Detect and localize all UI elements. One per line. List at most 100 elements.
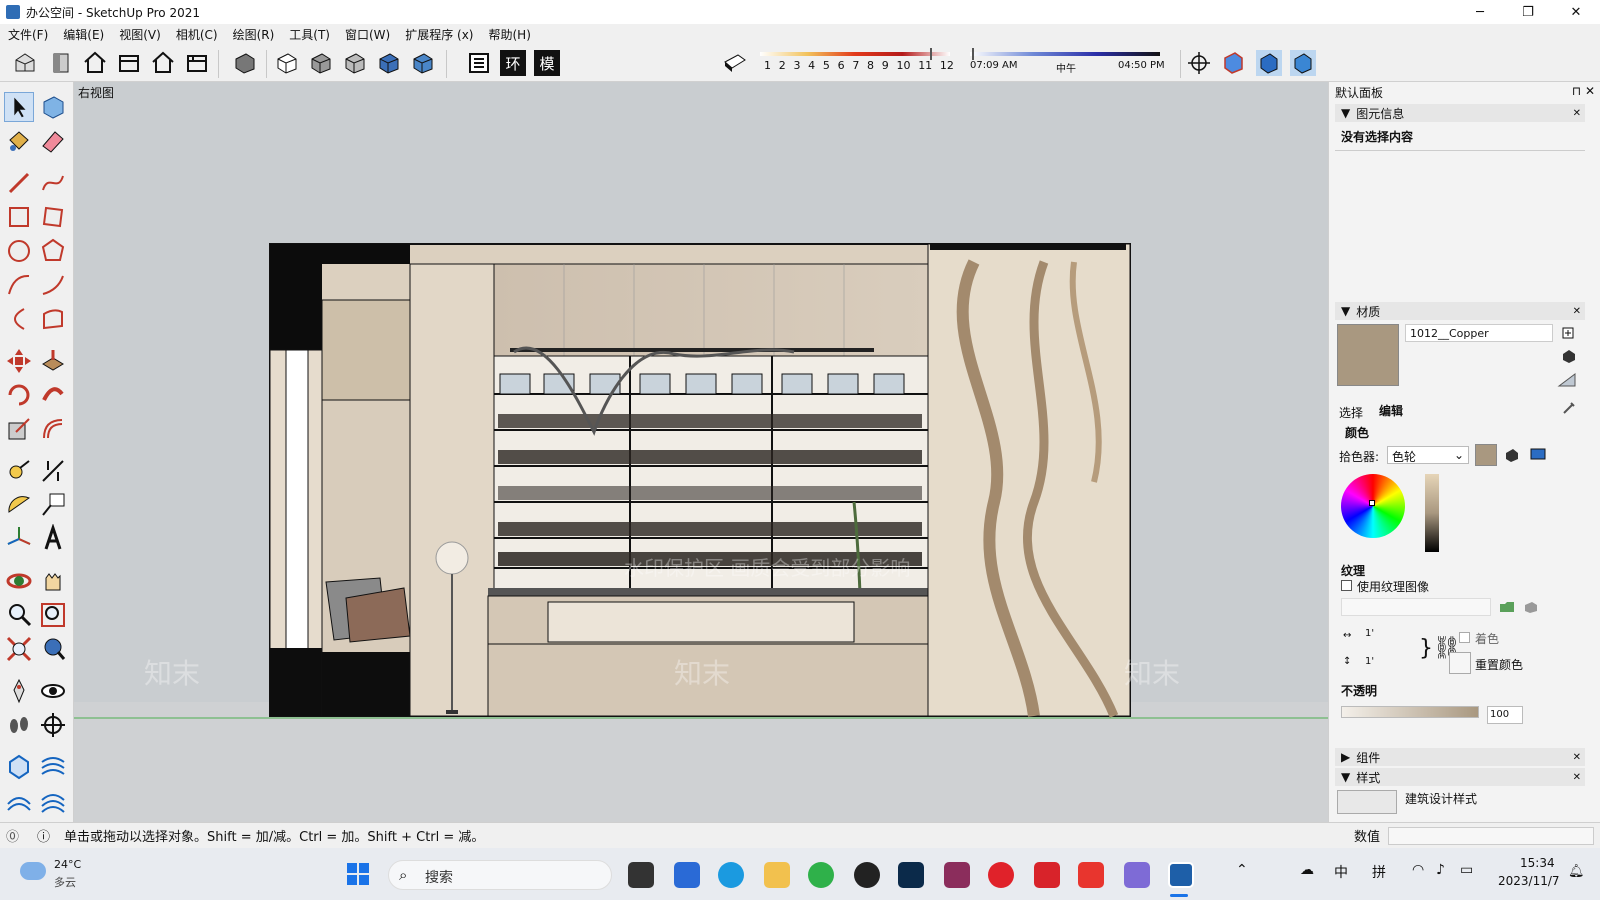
color-wheel-cursor[interactable]: [1369, 500, 1375, 506]
tab-select[interactable]: 选择: [1339, 404, 1363, 421]
close-icon[interactable]: ✕: [1573, 108, 1581, 119]
shaded-texture-style-icon[interactable]: [376, 50, 402, 76]
measurements-input[interactable]: [1388, 827, 1594, 845]
reset-color-swatch[interactable]: [1449, 652, 1471, 674]
section-plane-tool-icon[interactable]: [38, 710, 68, 740]
rectangle-icon[interactable]: [4, 202, 34, 232]
tab-edit[interactable]: 编辑: [1379, 402, 1403, 419]
wireframe-style-icon[interactable]: [274, 50, 300, 76]
walk-icon[interactable]: [4, 710, 34, 740]
store-icon[interactable]: [674, 862, 700, 888]
hidden-line-style-icon[interactable]: [308, 50, 334, 76]
menu-edit[interactable]: 编辑(E): [63, 26, 104, 43]
previous-view-icon[interactable]: [38, 634, 68, 664]
browse-texture-icon[interactable]: [1499, 600, 1515, 614]
three-point-arc-icon[interactable]: [4, 304, 34, 334]
freehand-icon[interactable]: [38, 168, 68, 198]
left-view-icon[interactable]: [184, 50, 210, 76]
sandbox-scratch-icon[interactable]: [38, 752, 68, 782]
wifi-icon[interactable]: ◠: [1412, 862, 1424, 878]
create-material-icon[interactable]: [1561, 326, 1575, 340]
rotated-rectangle-icon[interactable]: [38, 202, 68, 232]
stamp-icon[interactable]: [38, 786, 68, 816]
offset-icon[interactable]: [38, 414, 68, 444]
crosshair-icon[interactable]: [1186, 50, 1212, 76]
color-preview[interactable]: [1475, 444, 1497, 466]
polygon-icon[interactable]: [38, 236, 68, 266]
menu-draw[interactable]: 绘图(R): [233, 26, 275, 43]
clock-date[interactable]: 2023/11/7: [1498, 874, 1560, 888]
autocad-icon[interactable]: [1034, 862, 1060, 888]
look-around-icon[interactable]: [38, 676, 68, 706]
time-slider[interactable]: [970, 52, 1160, 56]
text-icon[interactable]: [38, 490, 68, 520]
weather-temp[interactable]: 24°C: [54, 858, 81, 871]
time-slider-thumb[interactable]: [972, 48, 974, 60]
opacity-slider[interactable]: [1341, 706, 1479, 718]
top-view-icon[interactable]: [48, 50, 74, 76]
pie-icon[interactable]: [38, 304, 68, 334]
color-wheel[interactable]: [1341, 474, 1405, 538]
reset-color-label[interactable]: 重置颜色: [1475, 656, 1523, 673]
smoove-icon[interactable]: [4, 786, 34, 816]
back-view-icon[interactable]: [150, 50, 176, 76]
move-icon[interactable]: [4, 346, 34, 376]
position-camera-icon[interactable]: [4, 676, 34, 706]
rotate-icon[interactable]: [4, 380, 34, 410]
eraser-icon[interactable]: [38, 126, 68, 156]
menu-window[interactable]: 窗口(W): [345, 26, 390, 43]
brightness-slider[interactable]: [1425, 474, 1439, 552]
file-explorer-icon[interactable]: [764, 862, 790, 888]
menu-help[interactable]: 帮助(H): [488, 26, 530, 43]
tray-pin-close-icons[interactable]: ⊓ ✕: [1572, 84, 1595, 101]
volume-icon[interactable]: ♪: [1436, 862, 1445, 878]
menu-tools[interactable]: 工具(T): [289, 26, 330, 43]
dimension-icon[interactable]: [38, 456, 68, 486]
shadow-toggle-icon[interactable]: [722, 50, 748, 76]
select-icon[interactable]: [4, 92, 34, 122]
model-button[interactable]: 模: [534, 50, 560, 76]
circle-icon[interactable]: [4, 236, 34, 266]
eyedropper-icon[interactable]: [1561, 400, 1577, 416]
style-name[interactable]: 建筑设计样式: [1405, 790, 1477, 807]
color-picker-select[interactable]: 色轮 ⌄: [1387, 446, 1469, 464]
sample-paint-icon[interactable]: [1561, 348, 1577, 364]
env-button[interactable]: 环: [500, 50, 526, 76]
two-point-arc-icon[interactable]: [38, 270, 68, 300]
photoshop-icon[interactable]: [898, 862, 924, 888]
photos-icon[interactable]: [1124, 862, 1150, 888]
wechat-icon[interactable]: [808, 862, 834, 888]
follow-me-icon[interactable]: [38, 380, 68, 410]
menu-view[interactable]: 视图(V): [119, 26, 161, 43]
maximize-button[interactable]: ❐: [1504, 0, 1552, 24]
use-texture-checkbox[interactable]: [1341, 580, 1352, 591]
xray-style-icon[interactable]: [232, 50, 258, 76]
clock-time[interactable]: 15:34: [1520, 856, 1555, 870]
winrar-icon[interactable]: [944, 862, 970, 888]
texture-path-field[interactable]: [1341, 598, 1491, 616]
match-model-color-icon[interactable]: [1503, 446, 1521, 464]
ime-mode[interactable]: 中: [1334, 862, 1348, 882]
minimize-button[interactable]: ─: [1456, 0, 1504, 24]
close-icon[interactable]: ✕: [1573, 772, 1581, 783]
iso-view-icon[interactable]: [12, 50, 38, 76]
close-button[interactable]: ✕: [1552, 0, 1600, 24]
styles-header[interactable]: ▼ 样式 ✕: [1335, 768, 1585, 786]
section-cut-icon[interactable]: [1290, 50, 1316, 76]
taskbar-search[interactable]: ⌕ 搜索: [388, 860, 612, 890]
wps-icon[interactable]: [1078, 862, 1104, 888]
components-header[interactable]: ▶ 组件 ✕: [1335, 748, 1585, 766]
onedrive-icon[interactable]: ☁: [1300, 862, 1314, 878]
zoom-icon[interactable]: [4, 600, 34, 630]
display-secondary-icon[interactable]: [1557, 372, 1577, 388]
edge-icon[interactable]: [718, 862, 744, 888]
monochrome-style-icon[interactable]: [410, 50, 436, 76]
menu-camera[interactable]: 相机(C): [176, 26, 218, 43]
style-thumbnail[interactable]: [1337, 790, 1397, 814]
ime-pinyin[interactable]: 拼: [1372, 862, 1386, 882]
arc-icon[interactable]: [4, 270, 34, 300]
colorize-checkbox[interactable]: [1459, 632, 1470, 643]
right-view-icon[interactable]: [116, 50, 142, 76]
task-view-icon[interactable]: [628, 862, 654, 888]
tape-measure-icon[interactable]: [4, 456, 34, 486]
